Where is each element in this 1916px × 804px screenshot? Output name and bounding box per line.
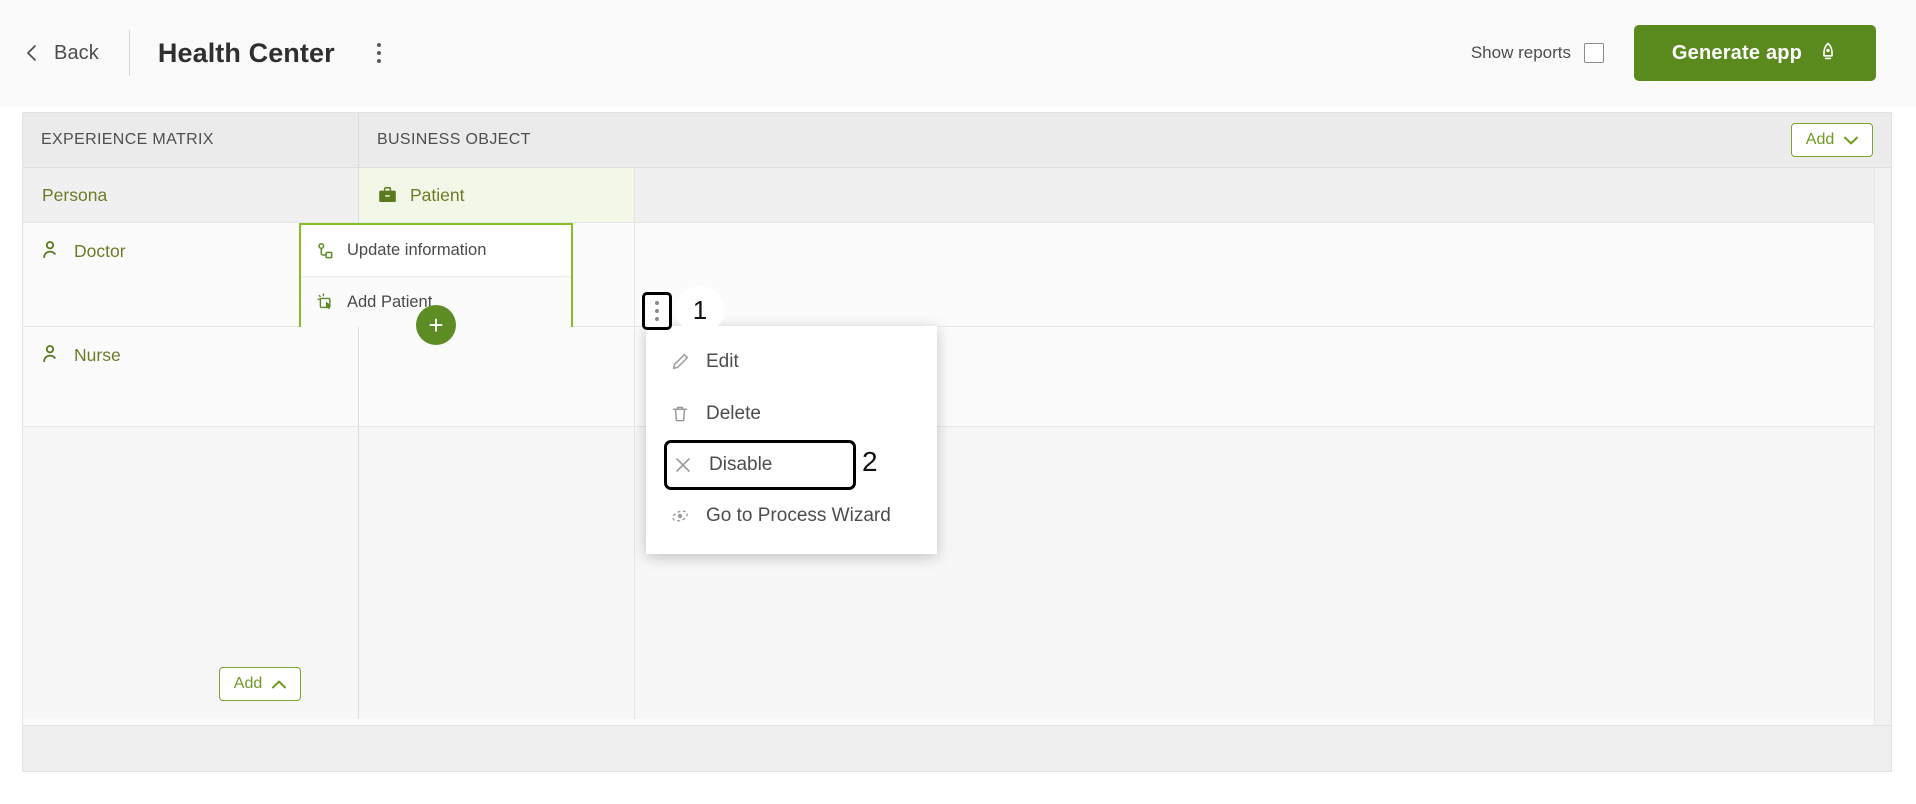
page-title: Health Center — [157, 37, 335, 68]
vertical-scrollbar[interactable] — [1874, 168, 1891, 725]
add-business-object-button[interactable]: Add — [1791, 123, 1873, 157]
chevron-down-icon — [1844, 136, 1859, 145]
grid-header-row: EXPERIENCE MATRIX BUSINESS OBJECT Add — [23, 113, 1891, 168]
generate-app-button[interactable]: Generate app — [1634, 25, 1876, 81]
generate-app-label: Generate app — [1671, 41, 1803, 64]
persona-name: Nurse — [74, 345, 121, 365]
briefcase-icon — [378, 186, 397, 204]
doctor-row-empty-area — [635, 223, 1891, 326]
top-bar-actions: Show reports Generate app — [1471, 25, 1876, 81]
trash-icon — [670, 404, 690, 424]
back-button[interactable]: Back — [22, 42, 99, 65]
chevron-up-icon — [272, 680, 287, 689]
close-x-icon — [673, 455, 693, 475]
annotation-label: 1 — [692, 294, 708, 325]
top-bar: Back Health Center Show reports Generate… — [0, 0, 1916, 106]
rocket-icon — [1818, 42, 1838, 64]
activity-label: Add Patient — [347, 292, 433, 311]
add-activity-button[interactable]: + — [416, 305, 456, 345]
person-icon — [42, 344, 61, 364]
annotation-badge-2: 2 — [862, 446, 878, 478]
menu-item-label: Edit — [706, 351, 739, 372]
cursor-click-icon — [317, 293, 335, 311]
empty-object-cell — [359, 427, 635, 719]
persona-cell-nurse[interactable]: Nurse — [23, 327, 359, 426]
context-menu: Edit Delete Disable Go to Process Wizard — [646, 326, 937, 554]
add-business-object-control: Add — [1791, 123, 1873, 157]
menu-item-edit[interactable]: Edit — [646, 336, 937, 388]
persona-row-empty-area — [635, 168, 1891, 222]
show-reports-checkbox[interactable] — [1584, 43, 1604, 63]
persona-header-row: Persona Patient — [23, 168, 1891, 223]
plus-icon: + — [428, 310, 444, 340]
kebab-menu-icon[interactable] — [369, 37, 389, 69]
experience-matrix-panel: EXPERIENCE MATRIX BUSINESS OBJECT Add Pe — [22, 112, 1892, 772]
persona-label-cell: Persona — [23, 168, 359, 222]
show-reports-toggle[interactable]: Show reports — [1471, 43, 1604, 63]
process-node-icon — [317, 242, 335, 260]
add-persona-control: Add — [219, 667, 301, 701]
activity-label: Update information — [347, 241, 487, 259]
add-persona-button[interactable]: Add — [219, 667, 301, 701]
grid-body: Persona Patient Doctor Nurse Add Update … — [23, 168, 1891, 719]
annotation-label: 2 — [862, 446, 878, 477]
column-header-label: BUSINESS OBJECT — [377, 131, 531, 148]
menu-item-label: Disable — [709, 454, 773, 475]
menu-item-delete[interactable]: Delete — [646, 388, 937, 440]
show-reports-label: Show reports — [1470, 43, 1571, 62]
matrix-empty-row: Add — [23, 427, 1891, 719]
menu-item-go-to-process-wizard[interactable]: Go to Process Wizard — [646, 490, 937, 542]
back-label: Back — [54, 41, 99, 64]
selected-activity-cell[interactable]: Update information Add Patient + — [299, 223, 573, 345]
menu-item-label: Delete — [706, 403, 761, 424]
menu-item-label: Go to Process Wizard — [706, 505, 891, 526]
persona-label: Persona — [42, 185, 108, 205]
activity-update-information[interactable]: Update information — [301, 225, 571, 276]
person-icon — [42, 240, 61, 260]
pencil-icon — [670, 352, 690, 372]
persona-name: Doctor — [74, 241, 126, 261]
annotation-badge-1: 1 — [676, 286, 724, 334]
business-object-patient-cell[interactable]: Patient — [359, 168, 635, 222]
column-header-experience-matrix: EXPERIENCE MATRIX — [23, 113, 359, 167]
column-header-label: EXPERIENCE MATRIX — [41, 131, 214, 148]
chevron-left-icon — [22, 43, 42, 63]
process-wizard-icon — [670, 506, 690, 526]
add-button-label: Add — [233, 675, 263, 692]
nurse-patient-cell[interactable] — [359, 327, 635, 426]
empty-persona-cell: Add — [23, 427, 359, 719]
panel-footer — [23, 725, 1891, 771]
menu-item-disable[interactable]: Disable — [664, 440, 856, 490]
add-button-label: Add — [1805, 131, 1835, 148]
kebab-menu-button[interactable] — [642, 292, 672, 330]
business-object-label: Patient — [410, 184, 465, 205]
matrix-row-nurse: Nurse — [23, 327, 1891, 427]
column-header-business-object: BUSINESS OBJECT Add — [359, 113, 1891, 167]
header-divider — [128, 30, 130, 76]
